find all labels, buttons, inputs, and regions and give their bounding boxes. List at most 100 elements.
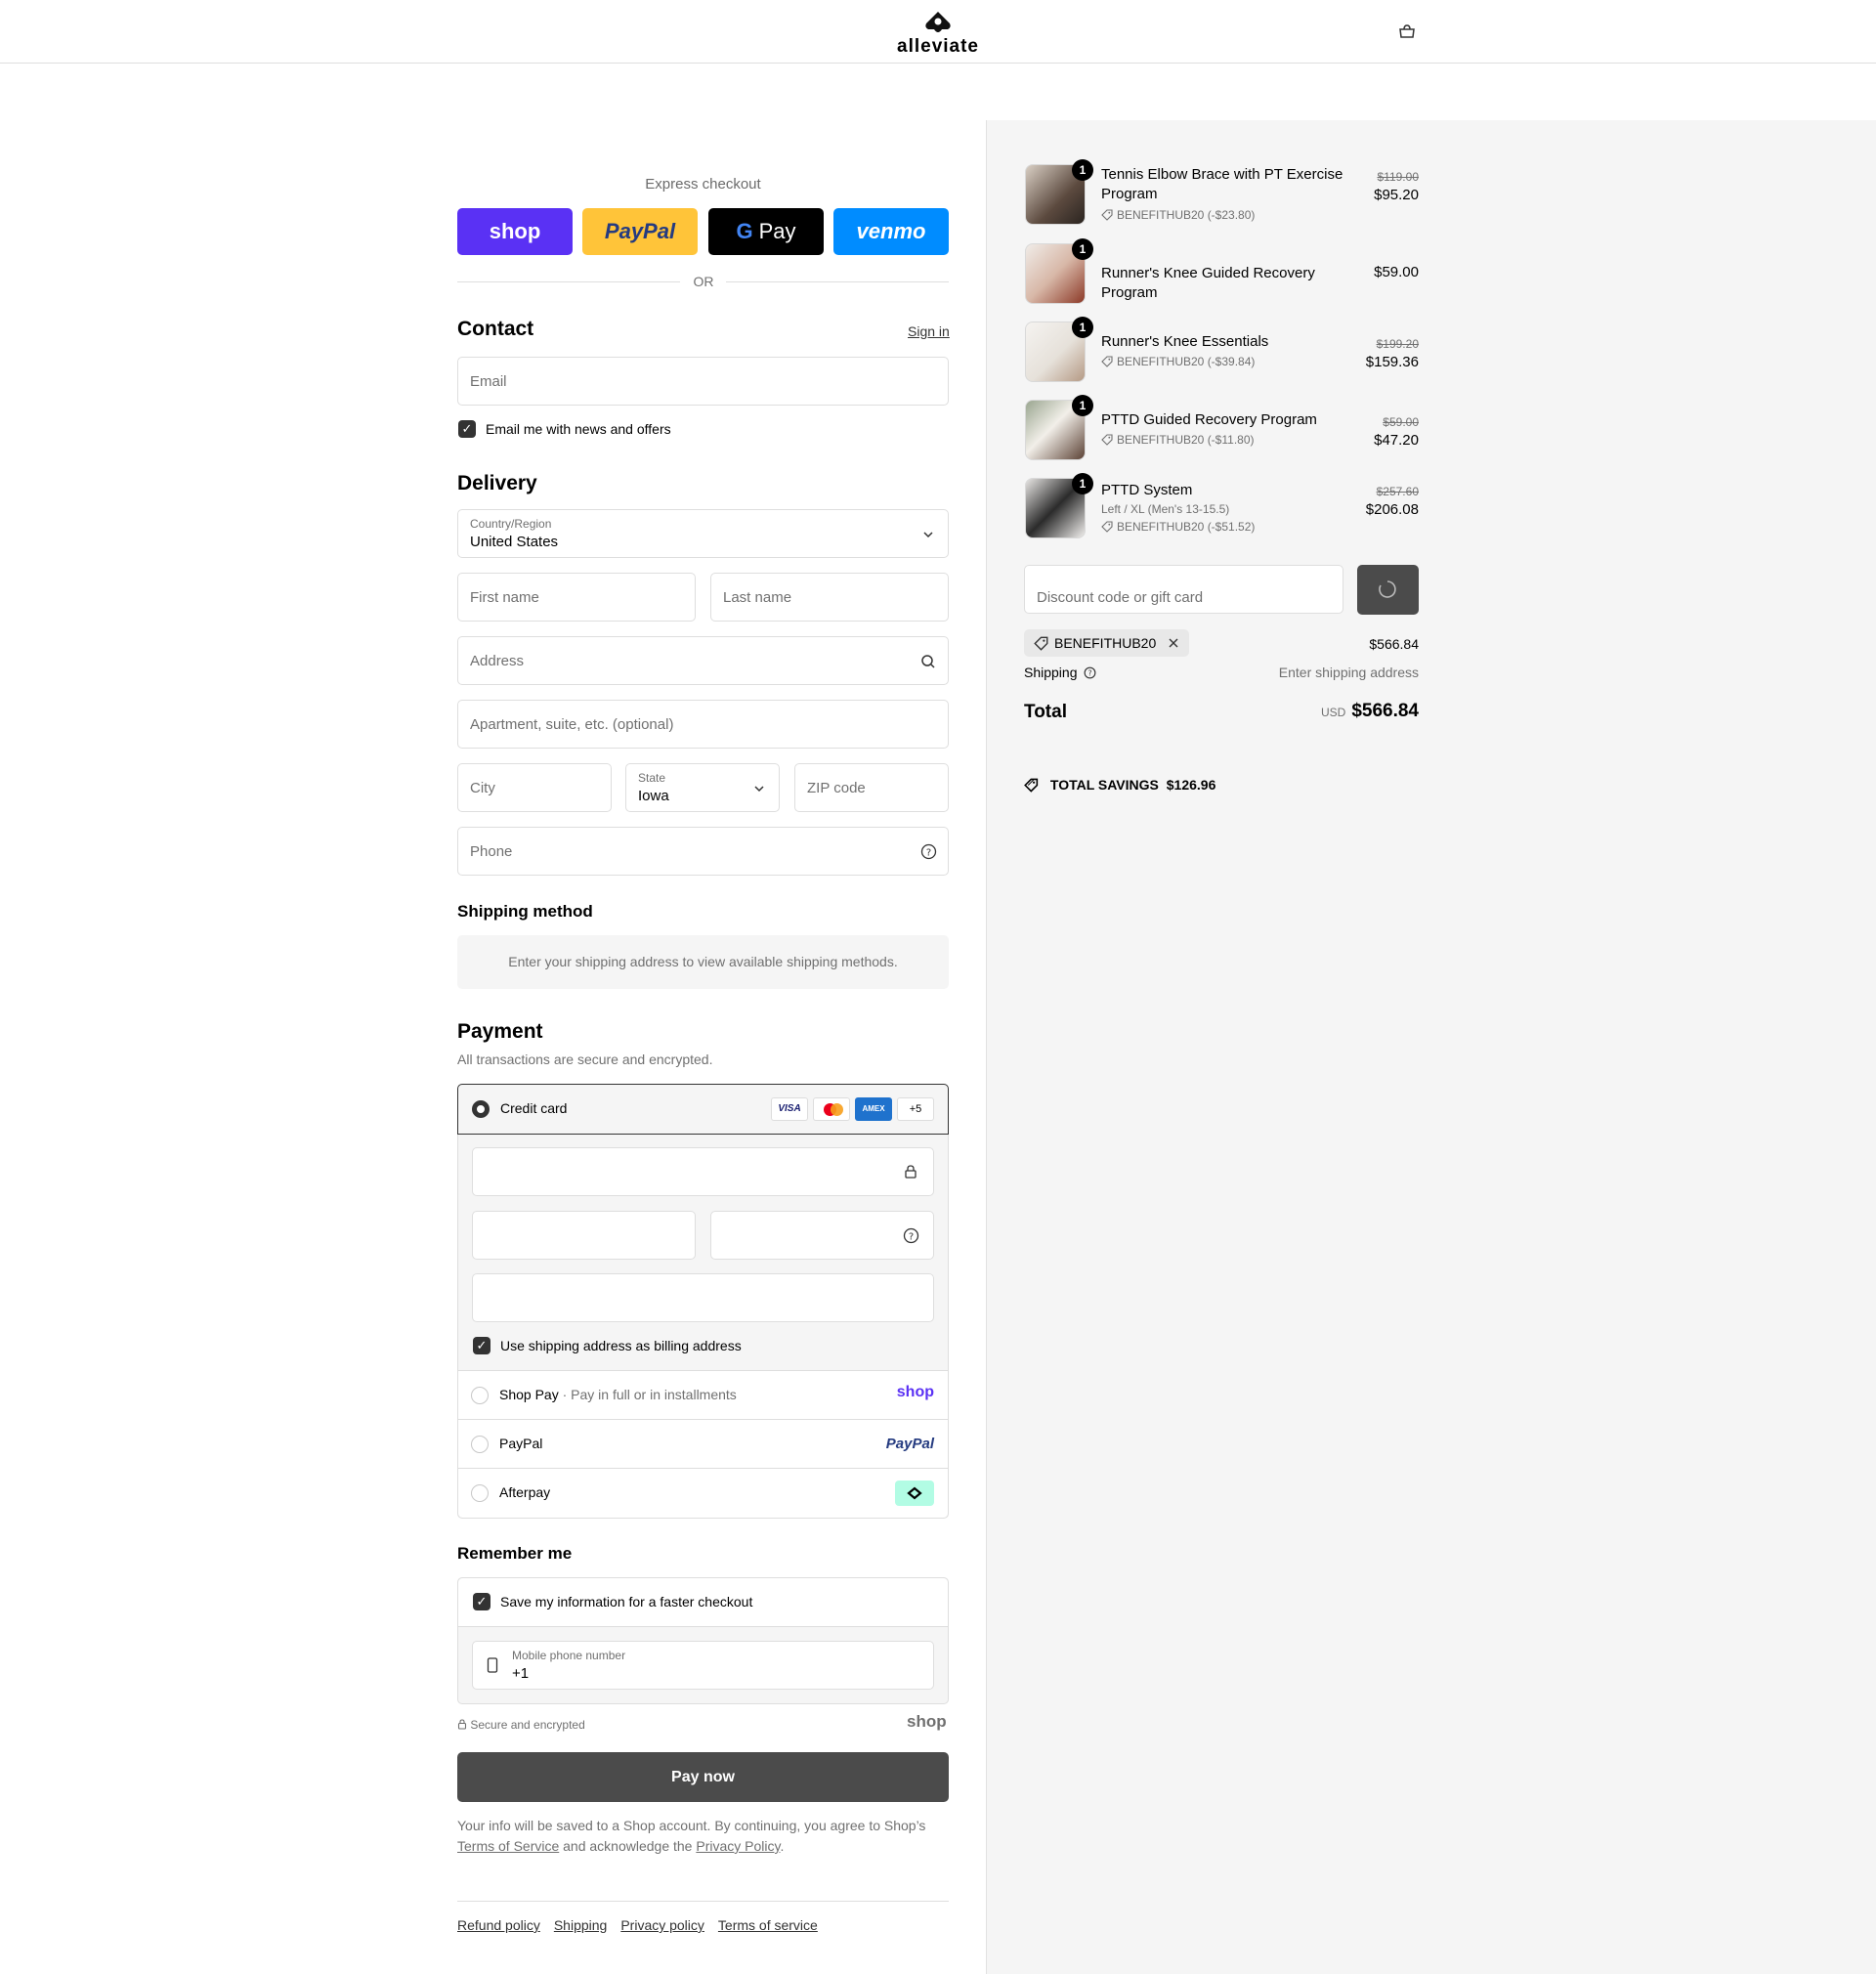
item-price: $59.00 <box>1374 264 1419 280</box>
afterpay-label: Afterpay <box>499 1484 551 1500</box>
tag-icon <box>1024 778 1039 793</box>
payment-subtitle: All transactions are secure and encrypte… <box>457 1051 713 1067</box>
pay-now-label: Pay now <box>671 1769 735 1785</box>
terms-of-service-footer-link[interactable]: Terms of service <box>718 1917 818 1933</box>
shipping-method-title: Shipping method <box>457 902 593 921</box>
discount-code-field[interactable]: Discount code or gift card <box>1024 565 1343 614</box>
gpay-label: Pay <box>758 219 796 243</box>
email-field[interactable]: Email <box>457 357 949 406</box>
help-icon[interactable]: ? <box>920 843 937 860</box>
zip-field[interactable]: ZIP code <box>794 763 949 812</box>
total-amount: $566.84 <box>1351 701 1419 721</box>
shop-pay-option[interactable]: Shop Pay · Pay in full or in installment… <box>458 1370 948 1419</box>
item-name: Tennis Elbow Brace with PT Exercise Progr… <box>1101 166 1343 202</box>
mobile-phone-field[interactable]: Mobile phone number +1 <box>472 1641 934 1690</box>
savings-value: $126.96 <box>1166 777 1216 793</box>
divider <box>726 281 949 282</box>
contact-title: Contact <box>457 318 534 340</box>
lock-icon <box>457 1719 467 1730</box>
item-variant: Left / XL (Men's 13-15.5) <box>1101 502 1230 516</box>
amex-icon: AMEX <box>855 1097 892 1121</box>
shipping-method-message: Enter your shipping address to view avai… <box>508 954 898 969</box>
total-label: Total <box>1024 702 1067 722</box>
shop-pay-radio[interactable] <box>471 1387 489 1404</box>
privacy-policy-footer-link[interactable]: Privacy policy <box>620 1917 704 1933</box>
item-name: Runner's Knee Guided Recovery Program <box>1101 265 1315 301</box>
credit-card-option[interactable]: Credit card VISA AMEX +5 <box>457 1084 949 1135</box>
help-icon[interactable]: ? <box>903 1227 919 1244</box>
item-name: PTTD Guided Recovery Program <box>1101 411 1317 428</box>
shop-logo: shop <box>907 1712 947 1731</box>
paypal-option[interactable]: PayPal PayPal <box>458 1419 948 1468</box>
billing-checkbox[interactable]: ✓ <box>473 1337 490 1354</box>
apartment-field[interactable]: Apartment, suite, etc. (optional) <box>457 700 949 749</box>
chevron-down-icon <box>754 786 764 793</box>
state-label: State <box>638 771 666 785</box>
email-placeholder: Email <box>470 373 507 390</box>
quantity-badge: 1 <box>1072 473 1093 494</box>
pay-now-button[interactable]: Pay now <box>457 1752 949 1802</box>
quantity-badge: 1 <box>1072 159 1093 181</box>
privacy-policy-link[interactable]: Privacy Policy <box>696 1838 780 1854</box>
header: alleviate <box>0 0 1876 64</box>
shipping-link[interactable]: Shipping <box>554 1917 608 1933</box>
expiration-field[interactable] <box>472 1211 696 1260</box>
shop-pay-express-button[interactable]: shop <box>457 208 573 255</box>
paypal-express-button[interactable]: PayPal <box>582 208 698 255</box>
shipping-method-notice: Enter your shipping address to view avai… <box>457 935 949 989</box>
state-select[interactable]: State Iowa <box>625 763 780 812</box>
original-price: $199.20 <box>1376 337 1419 351</box>
lock-icon <box>905 1165 917 1179</box>
item-discount: BENEFITHUB20 (-$39.84) <box>1101 355 1255 368</box>
phone-field[interactable]: Phone ? <box>457 827 949 876</box>
more-cards-badge: +5 <box>897 1097 934 1121</box>
refund-policy-link[interactable]: Refund policy <box>457 1917 540 1933</box>
gpay-express-button[interactable]: G Pay <box>708 208 824 255</box>
total-value: USD $566.84 <box>1223 701 1419 722</box>
mobile-value: +1 <box>512 1665 530 1682</box>
save-info-checkbox[interactable]: ✓ <box>473 1593 490 1610</box>
close-icon[interactable] <box>1168 637 1179 649</box>
help-icon[interactable]: ? <box>1084 666 1096 679</box>
subtotal-value: $566.84 <box>1369 636 1419 652</box>
search-icon <box>921 655 935 668</box>
news-checkbox[interactable]: ✓ <box>458 420 476 438</box>
shop-pay-logo: shop <box>896 1384 934 1400</box>
apply-discount-button[interactable] <box>1357 565 1419 615</box>
last-name-field[interactable]: Last name <box>710 573 949 622</box>
quantity-badge: 1 <box>1072 238 1093 260</box>
first-name-field[interactable]: First name <box>457 573 696 622</box>
item-name: PTTD System <box>1101 482 1193 498</box>
paypal-logo: PayPal <box>885 1436 934 1452</box>
tag-icon <box>1101 356 1113 367</box>
secure-note: Secure and encrypted <box>457 1718 585 1732</box>
phone-placeholder: Phone <box>470 843 513 860</box>
name-on-card-field[interactable] <box>472 1273 934 1322</box>
brand-logo[interactable]: alleviate <box>883 10 993 57</box>
cart-icon[interactable] <box>1397 23 1417 39</box>
applied-code-label: BENEFITHUB20 <box>1054 635 1157 651</box>
divider <box>457 281 680 282</box>
country-select[interactable]: Country/Region United States <box>457 509 949 558</box>
original-price: $119.00 <box>1377 170 1420 184</box>
afterpay-option[interactable]: Afterpay <box>458 1468 948 1518</box>
address-field[interactable]: Address <box>457 636 949 685</box>
card-number-field[interactable] <box>472 1147 934 1196</box>
security-code-field[interactable]: ? <box>710 1211 934 1260</box>
sign-in-link[interactable]: Sign in <box>908 323 950 339</box>
remember-me-title: Remember me <box>457 1544 573 1563</box>
last-name-placeholder: Last name <box>723 589 792 606</box>
terms-of-service-link[interactable]: Terms of Service <box>457 1838 559 1854</box>
alleviate-logo-icon <box>925 12 951 32</box>
tag-icon <box>1034 636 1048 651</box>
afterpay-radio[interactable] <box>471 1484 489 1502</box>
item-price: $47.20 <box>1374 432 1419 449</box>
news-label: Email me with news and offers <box>486 421 671 437</box>
paypal-radio[interactable] <box>471 1436 489 1453</box>
credit-card-radio[interactable] <box>472 1100 490 1118</box>
original-price: $257.60 <box>1376 485 1419 498</box>
shop-pay-label: Shop Pay · Pay in full or in installment… <box>499 1387 737 1402</box>
chevron-down-icon <box>923 532 933 538</box>
venmo-express-button[interactable]: venmo <box>833 208 949 255</box>
city-field[interactable]: City <box>457 763 612 812</box>
